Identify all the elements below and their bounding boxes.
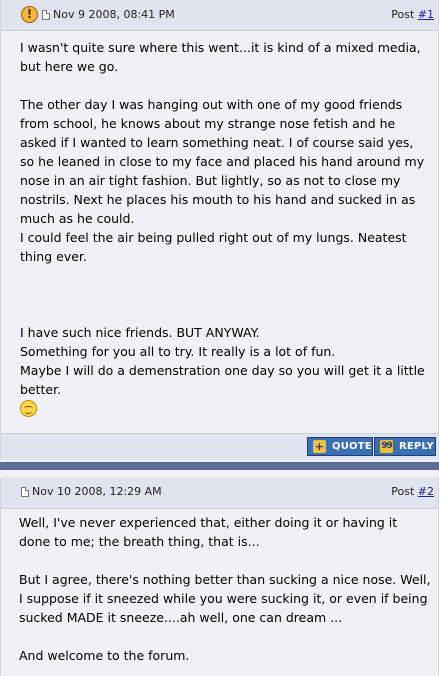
reply-button[interactable]: 99 REPLY [374, 437, 436, 456]
quote-button-label: QUOTE [332, 441, 372, 452]
post-separator [0, 460, 439, 477]
post-header: Nov 10 2008, 12:29 AM Post #2 [1, 477, 438, 509]
post-number-label: Post [391, 8, 418, 21]
post-document-icon [21, 487, 29, 497]
post-number: Post #1 [391, 8, 434, 21]
post-1: ! Nov 9 2008, 08:41 PM Post #1 I wasn't … [0, 0, 439, 460]
post-number-label: Post [391, 485, 418, 498]
post-paragraph: Well, I've never experienced that, eithe… [19, 515, 398, 549]
post-number-link[interactable]: #2 [418, 485, 434, 498]
post-paragraph: The other day I was hanging out with one… [20, 97, 425, 226]
post-header: ! Nov 9 2008, 08:41 PM Post #1 [1, 0, 438, 31]
post-paragraph: I wasn't quite sure where this went...it… [20, 40, 421, 74]
post-body: I wasn't quite sure where this went...it… [20, 38, 430, 417]
post-date: Nov 9 2008, 08:41 PM [53, 8, 175, 21]
post-number-link[interactable]: #1 [418, 8, 434, 21]
post-paragraph: And welcome to the forum. [19, 648, 190, 663]
post-number: Post #2 [391, 485, 434, 498]
report-warning-icon[interactable]: ! [21, 6, 38, 23]
post-paragraph: Maybe I will do a demenstration one day … [20, 363, 425, 397]
post-document-icon [42, 10, 50, 20]
post-paragraph: But I agree, there's nothing better than… [19, 572, 431, 625]
plus-icon: + [313, 440, 326, 453]
reply-button-label: REPLY [399, 441, 434, 452]
smiley-emoticon-icon [20, 400, 37, 417]
post-paragraph: Something for you all to try. It really … [20, 344, 336, 359]
quote-button[interactable]: + QUOTE [307, 437, 373, 456]
post-paragraph: I have such nice friends. BUT ANYWAY. [20, 325, 260, 340]
post-date: Nov 10 2008, 12:29 AM [32, 485, 162, 498]
post-paragraph: I could feel the air being pulled right … [20, 230, 407, 264]
post-body: Well, I've never experienced that, eithe… [19, 513, 431, 665]
quote-marks-icon: 99 [380, 440, 393, 453]
